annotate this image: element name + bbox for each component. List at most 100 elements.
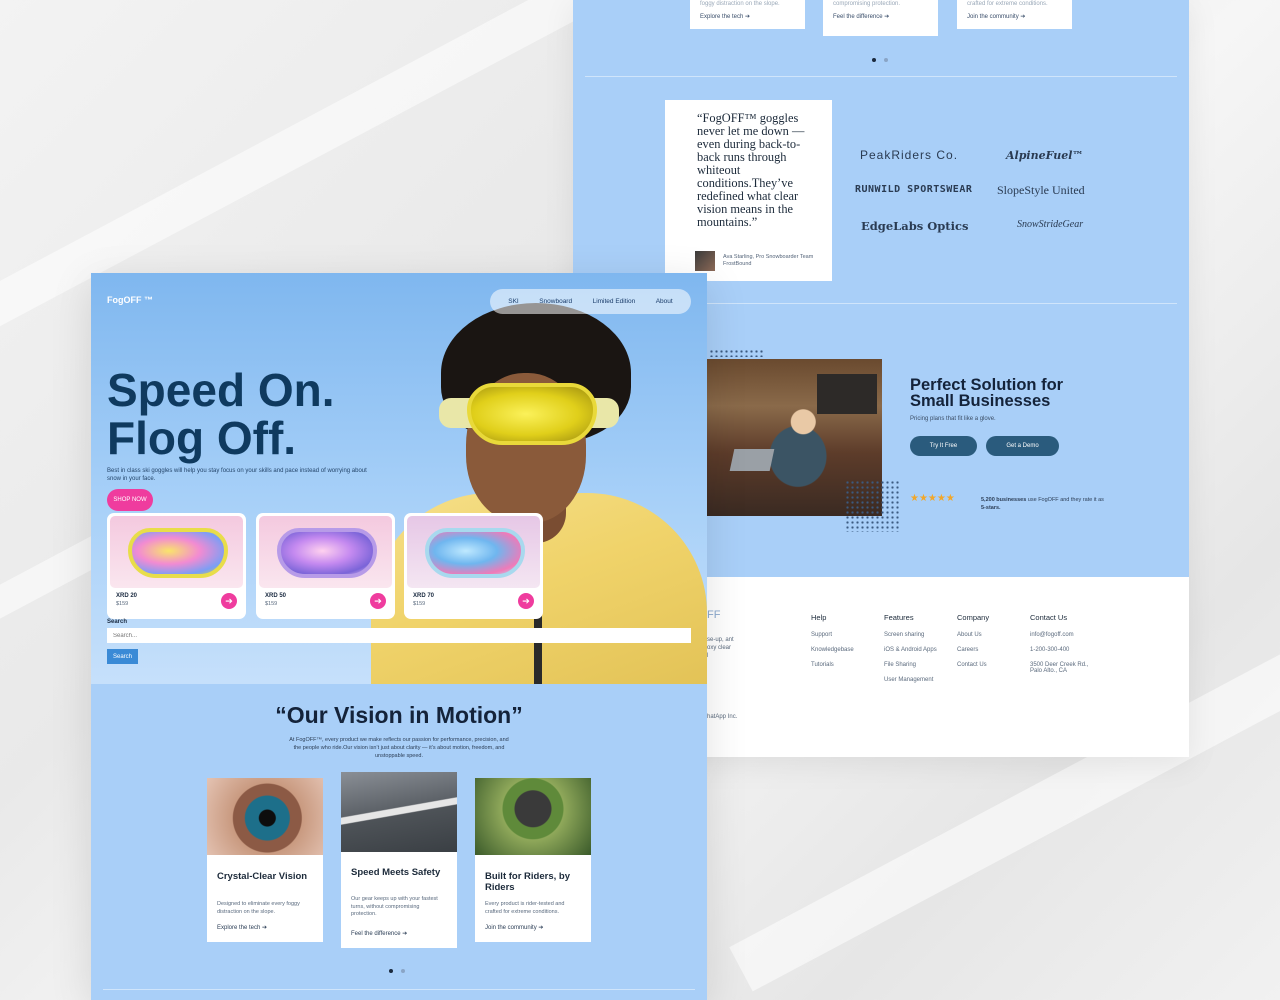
- partner-logo-snowstride: SnowStrideGear: [1017, 219, 1084, 230]
- feature-card-2-fragment: compromising protection. Feel the differ…: [823, 0, 938, 36]
- nav-snowboard[interactable]: Snowboard: [539, 298, 572, 305]
- nav-about[interactable]: About: [656, 298, 673, 305]
- footer-col-help: Help Support Knowledgebase Tutorials: [811, 613, 854, 677]
- arrow-right-icon[interactable]: ➔: [221, 593, 237, 609]
- carousel-dots[interactable]: [389, 969, 405, 973]
- footer-link-user-management[interactable]: User Management: [884, 677, 937, 683]
- search-label: Search: [107, 619, 128, 625]
- join-link[interactable]: Join the community ➔: [967, 14, 1025, 20]
- nav-ski[interactable]: SKI: [508, 298, 518, 305]
- rating-stars: ★★★★★: [910, 493, 955, 504]
- front-page-mockup: FogOFF ™ SKI Snowboard Limited Edition A…: [91, 273, 707, 1000]
- footer-link-file-sharing[interactable]: File Sharing: [884, 662, 937, 668]
- card-desc: compromising protection.: [833, 1, 901, 7]
- shop-now-button[interactable]: SHOP NOW: [107, 489, 153, 511]
- product-card-xrd20[interactable]: XRD 20 $159 ➔: [107, 513, 246, 619]
- testimonial-card: “FogOFF™ goggles never let me down — eve…: [665, 100, 832, 281]
- footer-heading: Help: [811, 613, 827, 622]
- footer-link-tutorials[interactable]: Tutorials: [811, 662, 854, 668]
- feature-card-3-fragment: crafted for extreme conditions. Join the…: [957, 0, 1072, 29]
- explore-link[interactable]: Explore the tech ➔: [700, 14, 750, 20]
- vision-card-clarity: Crystal-Clear Vision Designed to elimina…: [207, 778, 323, 942]
- carousel-dot[interactable]: [884, 58, 888, 62]
- partner-logo-peakriders: PeakRiders Co.: [860, 148, 959, 162]
- partner-logo-alpinefuel: AlpineFuel™: [1006, 149, 1084, 162]
- search-input[interactable]: [107, 628, 691, 643]
- footer-heading: Features: [884, 613, 914, 622]
- testimonial-author: Ava Starling, Pro Snowboarder Team Frost…: [695, 251, 818, 271]
- feel-difference-link[interactable]: Feel the difference ➔: [351, 930, 407, 937]
- feel-link[interactable]: Feel the difference ➔: [833, 14, 889, 20]
- join-community-link[interactable]: Join the community ➔: [485, 924, 543, 931]
- avatar: [695, 251, 715, 271]
- rating-text: 5,200 businesses use FogOFF and they rat…: [981, 497, 1104, 511]
- try-free-button[interactable]: Try It Free: [910, 436, 977, 456]
- card-title: Built for Riders, by Riders: [485, 871, 570, 893]
- hero-tagline: Best in class ski goggles will help you …: [107, 468, 367, 482]
- footer-link-support[interactable]: Support: [811, 632, 854, 638]
- footer-col-features: Features Screen sharing iOS & Android Ap…: [884, 613, 937, 692]
- card-title: Speed Meets Safety: [351, 867, 441, 878]
- product-name: XRD 50: [265, 593, 287, 599]
- carousel-dot-active[interactable]: [389, 969, 393, 973]
- footer-col-contact: Contact Us info@fogoff.com 1-200-300-400…: [1030, 613, 1092, 683]
- business-subtitle: Pricing plans that fit like a glove.: [910, 416, 996, 422]
- carousel-dot-active[interactable]: [872, 58, 876, 62]
- business-title: Perfect Solution for Small Businesses: [910, 376, 1064, 410]
- footer-link-apps[interactable]: iOS & Android Apps: [884, 647, 937, 653]
- hero-model-image: [371, 303, 707, 684]
- product-card-xrd50[interactable]: XRD 50 $159 ➔: [256, 513, 395, 619]
- product-price: $159: [265, 601, 278, 607]
- contact-email[interactable]: info@fogoff.com: [1030, 632, 1092, 638]
- partner-logo-runwild: RUNWILD SPORTSWEAR: [855, 184, 973, 195]
- carousel-dot[interactable]: [401, 969, 405, 973]
- footer-link-knowledgebase[interactable]: Knowledgebase: [811, 647, 854, 653]
- card-desc: Designed to eliminate every foggy distra…: [217, 901, 300, 915]
- contact-address: 3500 Deer Creek Rd., Palo Alto., CA: [1030, 662, 1089, 674]
- footer-heading: Company: [957, 613, 990, 622]
- product-price: $159: [413, 601, 426, 607]
- contact-phone: 1-200-300-400: [1030, 647, 1070, 653]
- footer-heading: Contact Us: [1030, 613, 1068, 622]
- product-name: XRD 70: [413, 593, 435, 599]
- product-name: XRD 20: [116, 593, 138, 599]
- footer-col-company: Company About Us Careers Contact Us: [957, 613, 989, 677]
- nav-limited-edition[interactable]: Limited Edition: [593, 298, 636, 305]
- arrow-right-icon[interactable]: ➔: [370, 593, 386, 609]
- partner-logo-slopestyle: SlopeStyle United: [997, 183, 1085, 197]
- arrow-right-icon[interactable]: ➔: [518, 593, 534, 609]
- footer-link-screen-sharing[interactable]: Screen sharing: [884, 632, 937, 638]
- brand-logo[interactable]: FogOFF ™: [107, 295, 153, 305]
- goggle-product-image: [110, 516, 243, 588]
- partner-logo-edgelabs: EdgeLabs Optics: [861, 219, 969, 233]
- carousel-dots[interactable]: [872, 58, 888, 62]
- eye-closeup-photo: [207, 778, 323, 855]
- product-price: $159: [116, 601, 129, 607]
- card-title: Crystal-Clear Vision: [217, 871, 308, 882]
- card-desc: Our gear keeps up with your fastest turn…: [351, 896, 438, 917]
- goggle-product-image: [259, 516, 392, 588]
- get-demo-button[interactable]: Get a Demo: [986, 436, 1059, 456]
- hero-headline: Speed On. Flog Off.: [107, 364, 335, 464]
- vision-body: At FogOFF™, every product we make reflec…: [289, 737, 509, 759]
- decor-dots: [709, 349, 764, 357]
- footer-about-fragment: se-up, ant oxy clear l: [707, 637, 734, 659]
- footer-link-careers[interactable]: Careers: [957, 647, 989, 653]
- footer-copyright-fragment: hatApp Inc.: [707, 714, 738, 720]
- testimonial-quote: “FogOFF™ goggles never let me down — eve…: [697, 111, 805, 229]
- footer-link-about[interactable]: About Us: [957, 632, 989, 638]
- divider: [103, 989, 695, 990]
- divider: [585, 76, 1177, 77]
- feature-card-1-fragment: foggy distraction on the slope. Explore …: [690, 0, 805, 29]
- footer-link-contact[interactable]: Contact Us: [957, 662, 989, 668]
- vision-card-speed: Speed Meets Safety Our gear keeps up wit…: [341, 772, 457, 948]
- hero-section: FogOFF ™ SKI Snowboard Limited Edition A…: [91, 273, 707, 684]
- product-card-xrd70[interactable]: XRD 70 $159 ➔: [404, 513, 543, 619]
- card-desc: foggy distraction on the slope.: [700, 1, 780, 7]
- card-desc: crafted for extreme conditions.: [967, 1, 1048, 7]
- decor-dots: [845, 480, 900, 532]
- card-desc: Every product is rider-tested and crafte…: [485, 901, 565, 915]
- explore-tech-link[interactable]: Explore the tech ➔: [217, 924, 267, 931]
- search-button[interactable]: Search: [107, 649, 138, 664]
- checkered-flag-photo: [341, 772, 457, 852]
